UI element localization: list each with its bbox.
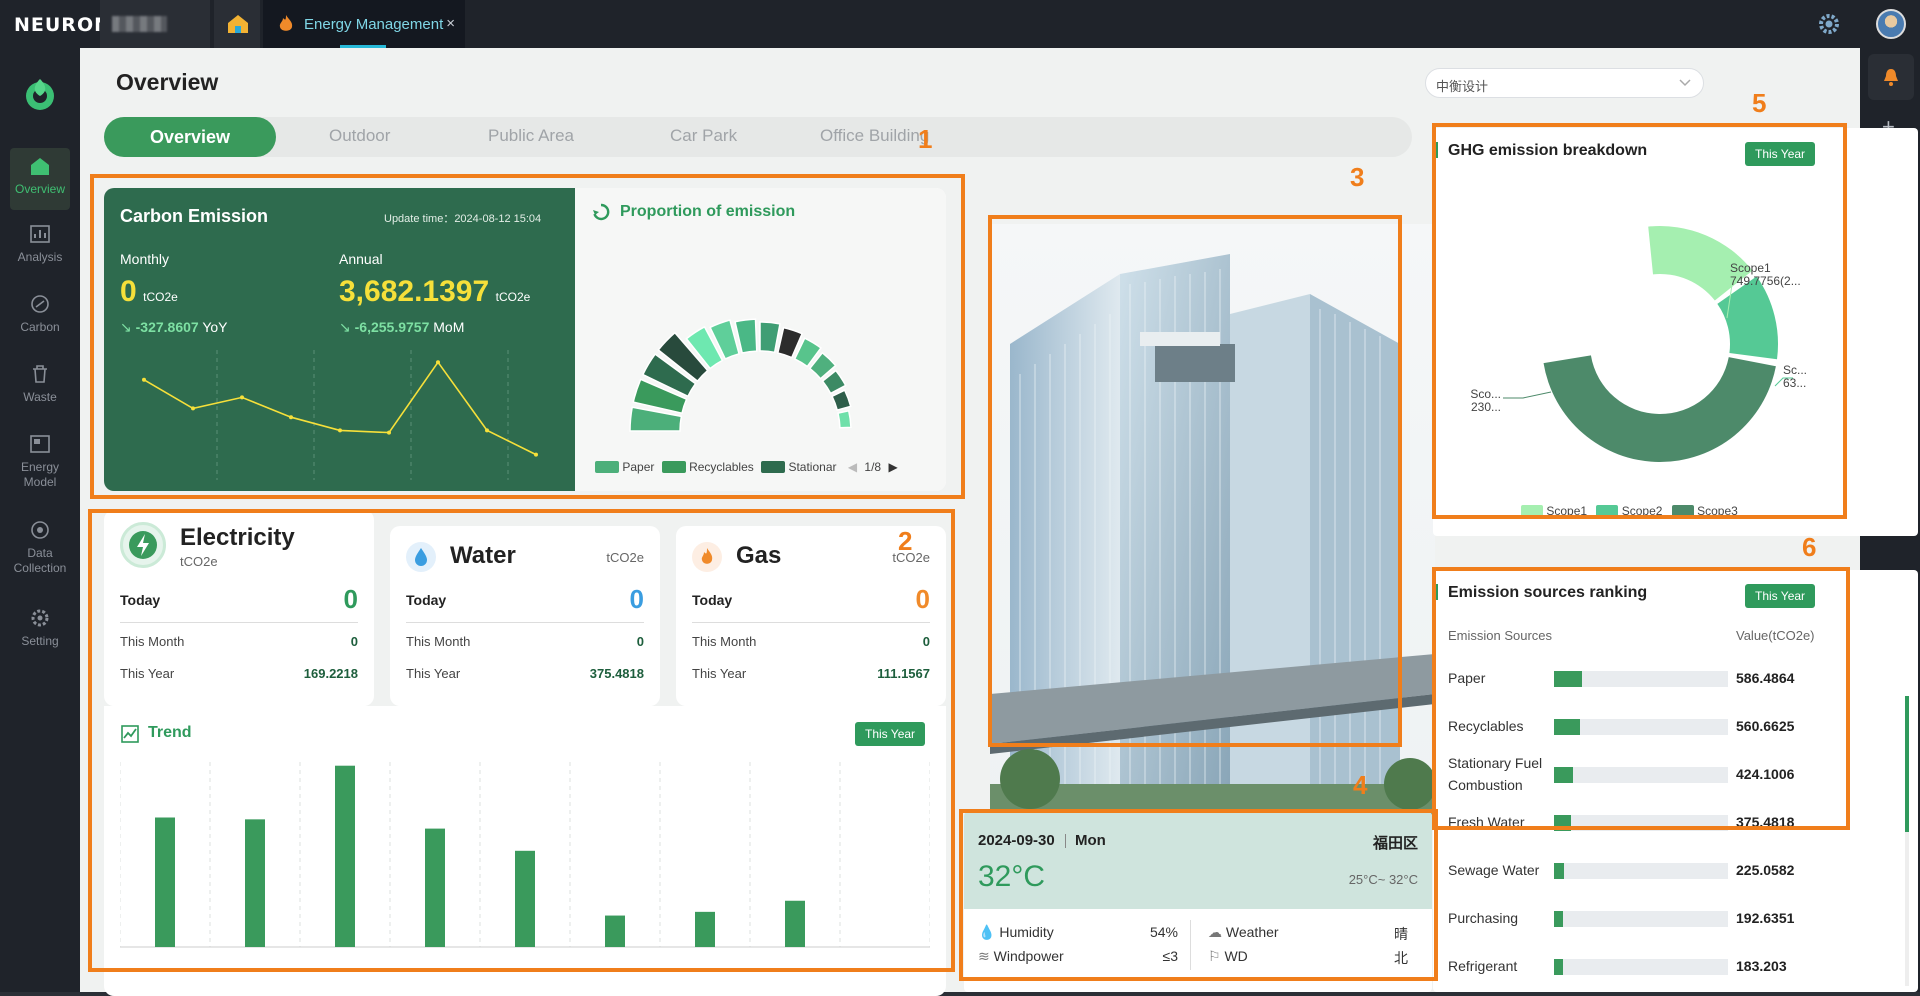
annotation-label-2: 2 bbox=[898, 526, 913, 556]
notification-button[interactable] bbox=[1868, 54, 1914, 100]
tab-home[interactable] bbox=[214, 0, 260, 48]
tab-overview[interactable]: Overview bbox=[104, 117, 276, 157]
view-tabs: Overview Outdoor Public Area Car Park Of… bbox=[104, 117, 1412, 157]
scrollbar[interactable] bbox=[1905, 696, 1909, 986]
sidebar-label: Energy Model bbox=[20, 460, 60, 489]
sidebar-item-setting[interactable]: Setting bbox=[10, 608, 70, 649]
table-row: Refrigerant 183.203 bbox=[1448, 946, 1898, 986]
energy-model-icon bbox=[30, 435, 50, 453]
sidebar-label: Waste bbox=[23, 390, 57, 404]
flame-icon bbox=[279, 15, 293, 31]
annotation-label-3: 3 bbox=[1350, 162, 1365, 192]
sidebar-item-data-collection[interactable]: Data Collection bbox=[10, 520, 70, 576]
tab-blurred[interactable] bbox=[100, 0, 210, 48]
sidebar-item-energy-model[interactable]: Energy Model bbox=[10, 434, 70, 490]
project-select-value: 中衡设计 bbox=[1436, 79, 1489, 94]
chevron-down-icon bbox=[1679, 79, 1691, 87]
progress-bar bbox=[1554, 911, 1728, 927]
annotation-box-2 bbox=[88, 509, 955, 972]
annotation-box-5 bbox=[1432, 123, 1847, 519]
analysis-icon bbox=[30, 225, 50, 243]
progress-fill bbox=[1554, 863, 1565, 879]
source-value: 192.6351 bbox=[1736, 910, 1795, 926]
tab-public-area[interactable]: Public Area bbox=[488, 126, 574, 146]
page-title: Overview bbox=[116, 69, 219, 95]
home-icon bbox=[31, 158, 49, 175]
tab-label: Energy Management bbox=[304, 16, 444, 33]
tab-car-park[interactable]: Car Park bbox=[670, 126, 737, 146]
sidebar-label: Overview bbox=[14, 182, 65, 196]
bell-icon bbox=[1884, 69, 1898, 86]
sidebar-item-analysis[interactable]: Analysis bbox=[10, 224, 70, 265]
sidebar-label: Carbon bbox=[20, 320, 60, 334]
waste-icon bbox=[33, 365, 47, 383]
app-logo: NEURON bbox=[14, 14, 111, 36]
sidebar-item-waste[interactable]: Waste bbox=[10, 364, 70, 405]
avatar[interactable] bbox=[1876, 9, 1906, 39]
source-value: 225.0582 bbox=[1736, 862, 1795, 878]
tab-close-icon[interactable]: × bbox=[446, 15, 455, 32]
scrollbar-thumb[interactable] bbox=[1905, 696, 1909, 832]
data-collection-icon bbox=[31, 521, 49, 539]
carbon-icon bbox=[31, 295, 49, 313]
sidebar-item-carbon[interactable]: Carbon bbox=[10, 294, 70, 335]
top-bar: NEURON Energy Management × bbox=[0, 0, 1920, 48]
annotation-box-6 bbox=[1432, 567, 1850, 830]
progress-bar bbox=[1554, 959, 1728, 975]
annotation-label-4: 4 bbox=[1353, 770, 1368, 800]
home-tab-icon bbox=[228, 15, 248, 33]
gear-icon[interactable] bbox=[1818, 13, 1840, 35]
source-name: Refrigerant bbox=[1448, 958, 1518, 974]
sidebar-item-overview[interactable]: Overview bbox=[10, 148, 70, 210]
sidebar-label: Data Collection bbox=[13, 546, 67, 575]
tab-outdoor[interactable]: Outdoor bbox=[329, 126, 390, 146]
main-content: Overview 中衡设计 Overview Outdoor Public Ar… bbox=[80, 48, 1918, 996]
source-value: 183.203 bbox=[1736, 958, 1787, 974]
annotation-label-1: 1 bbox=[918, 124, 933, 154]
progress-bar bbox=[1554, 863, 1728, 879]
source-name: Purchasing bbox=[1448, 910, 1519, 926]
tab-office-building[interactable]: Office Building bbox=[820, 126, 929, 146]
source-name: Sewage Water bbox=[1448, 862, 1540, 878]
setting-icon bbox=[31, 609, 49, 627]
annotation-label-6: 6 bbox=[1802, 532, 1817, 562]
annotation-box-4 bbox=[959, 809, 1438, 981]
annotation-box-3 bbox=[988, 215, 1402, 747]
annotation-box-1 bbox=[90, 174, 965, 499]
sidebar: Overview Analysis Carbon Waste Energy Mo… bbox=[0, 48, 80, 992]
brand-logo bbox=[22, 76, 58, 112]
annotation-label-5: 5 bbox=[1752, 88, 1767, 118]
progress-fill bbox=[1554, 959, 1563, 975]
project-select[interactable]: 中衡设计 bbox=[1425, 68, 1704, 98]
sidebar-label: Setting bbox=[21, 634, 59, 648]
progress-fill bbox=[1554, 911, 1563, 927]
table-row: Purchasing 192.6351 bbox=[1448, 898, 1898, 938]
tab-energy-management[interactable]: Energy Management × bbox=[263, 0, 465, 48]
table-row: Sewage Water 225.0582 bbox=[1448, 850, 1898, 890]
sidebar-label: Analysis bbox=[17, 250, 63, 264]
